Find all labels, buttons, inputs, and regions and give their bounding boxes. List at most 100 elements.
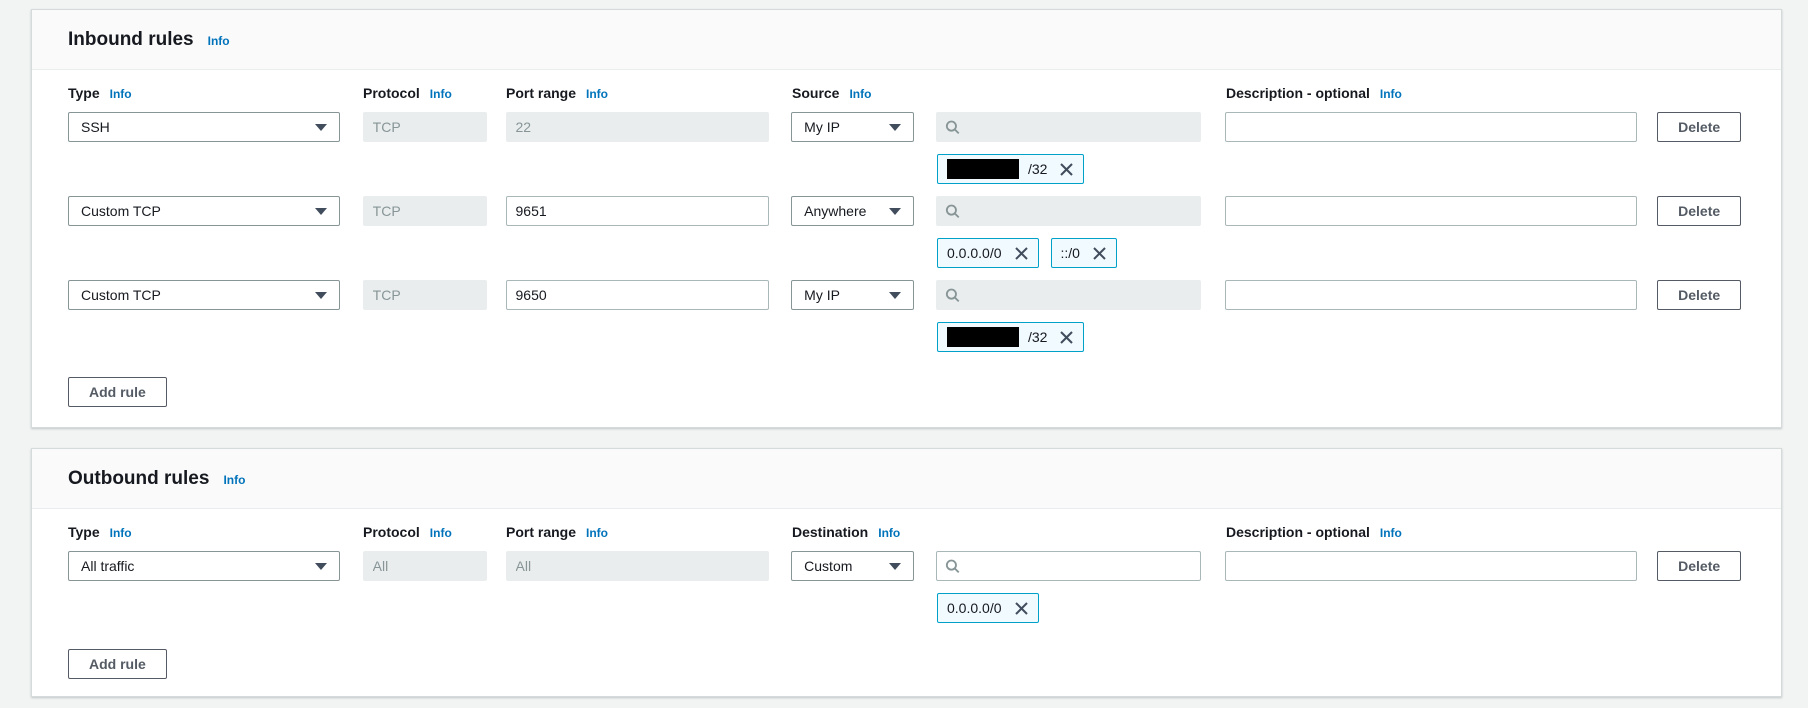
column-label-description: Description - optionalInfo: [1226, 524, 1639, 542]
source-search-box: [936, 280, 1201, 310]
column-label-source: SourceInfo: [792, 85, 1202, 103]
delete-rule-button[interactable]: Delete: [1657, 112, 1741, 142]
port-range-input: [506, 551, 770, 581]
description-input[interactable]: [1225, 280, 1637, 310]
outbound-body: TypeInfo ProtocolInfo Port rangeInfo Des…: [32, 509, 1781, 699]
search-icon: [945, 558, 960, 574]
inbound-rules-card: Inbound rules Info TypeInfo ProtocolInfo…: [31, 9, 1782, 428]
protocol-input: [363, 112, 487, 142]
redacted-ip: [947, 327, 1019, 347]
inbound-title: Inbound rules: [68, 28, 194, 51]
info-link[interactable]: Info: [1380, 526, 1402, 540]
chevron-down-icon: [889, 124, 901, 131]
info-link[interactable]: Info: [223, 473, 245, 487]
source-select-value: My IP: [804, 287, 840, 303]
chevron-down-icon: [889, 292, 901, 299]
chevron-down-icon: [315, 124, 327, 131]
type-select[interactable]: SSH: [68, 112, 340, 142]
column-label-description: Description - optionalInfo: [1226, 85, 1639, 103]
info-link[interactable]: Info: [586, 526, 608, 540]
close-icon: [1014, 246, 1029, 261]
source-select[interactable]: My IP: [791, 112, 914, 142]
port-range-input[interactable]: [506, 196, 770, 226]
description-input[interactable]: [1225, 551, 1637, 581]
token-row: 0.0.0.0/0 ::/0: [937, 238, 1745, 268]
chevron-down-icon: [315, 563, 327, 570]
protocol-input: [363, 196, 487, 226]
column-label-port-range: Port rangeInfo: [506, 85, 770, 103]
info-link[interactable]: Info: [586, 87, 608, 101]
protocol-input: [363, 280, 487, 310]
destination-select[interactable]: Custom: [791, 551, 914, 581]
info-link[interactable]: Info: [430, 87, 452, 101]
type-select[interactable]: Custom TCP: [68, 280, 340, 310]
add-rule-button[interactable]: Add rule: [68, 377, 167, 407]
destination-search-box[interactable]: [936, 551, 1201, 581]
outbound-title: Outbound rules: [68, 467, 209, 490]
close-icon: [1092, 246, 1107, 261]
remove-token-button[interactable]: [1014, 246, 1029, 261]
column-label-protocol: ProtocolInfo: [363, 524, 487, 542]
info-link[interactable]: Info: [878, 526, 900, 540]
cidr-token: 0.0.0.0/0: [937, 593, 1039, 623]
search-icon: [945, 287, 960, 303]
close-icon: [1059, 330, 1074, 345]
delete-rule-button[interactable]: Delete: [1657, 196, 1741, 226]
delete-rule-button[interactable]: Delete: [1657, 280, 1741, 310]
source-search-box: [936, 112, 1201, 142]
inbound-body: TypeInfo ProtocolInfo Port rangeInfo Sou…: [32, 70, 1781, 427]
info-link[interactable]: Info: [208, 34, 230, 48]
info-link[interactable]: Info: [110, 526, 132, 540]
chevron-down-icon: [889, 208, 901, 215]
type-select-value: Custom TCP: [81, 287, 161, 303]
type-select-value: All traffic: [81, 558, 134, 574]
remove-token-button[interactable]: [1092, 246, 1107, 261]
token-label: /32: [1028, 329, 1047, 345]
info-link[interactable]: Info: [1380, 87, 1402, 101]
inbound-rule-row: Custom TCP Anywhere: [68, 196, 1745, 268]
destination-select-value: Custom: [804, 558, 852, 574]
outbound-header: Outbound rules Info: [32, 449, 1781, 509]
remove-token-button[interactable]: [1059, 162, 1074, 177]
port-range-input: [506, 112, 770, 142]
cidr-token: 0.0.0.0/0: [937, 238, 1039, 268]
source-search-input: [966, 119, 1192, 135]
cidr-token: /32: [937, 322, 1084, 352]
info-link[interactable]: Info: [849, 87, 871, 101]
inbound-rule-row: Custom TCP My IP: [68, 280, 1745, 352]
token-row: /32: [937, 322, 1745, 352]
description-input[interactable]: [1225, 196, 1637, 226]
description-input[interactable]: [1225, 112, 1637, 142]
column-label-type: TypeInfo: [68, 524, 340, 542]
source-select[interactable]: Anywhere: [791, 196, 914, 226]
delete-rule-button[interactable]: Delete: [1657, 551, 1741, 581]
port-range-input[interactable]: [506, 280, 770, 310]
info-link[interactable]: Info: [110, 87, 132, 101]
column-label-port-range: Port rangeInfo: [506, 524, 770, 542]
info-link[interactable]: Info: [430, 526, 452, 540]
outbound-rules-card: Outbound rules Info TypeInfo ProtocolInf…: [31, 448, 1782, 697]
type-select[interactable]: All traffic: [68, 551, 340, 581]
source-search-box: [936, 196, 1201, 226]
inbound-rule-row: SSH My IP: [68, 112, 1745, 184]
remove-token-button[interactable]: [1059, 330, 1074, 345]
token-label: 0.0.0.0/0: [947, 245, 1002, 261]
source-search-input: [966, 287, 1192, 303]
source-select[interactable]: My IP: [791, 280, 914, 310]
chevron-down-icon: [315, 208, 327, 215]
close-icon: [1059, 162, 1074, 177]
token-label: ::/0: [1061, 245, 1080, 261]
inbound-column-labels: TypeInfo ProtocolInfo Port rangeInfo Sou…: [68, 85, 1745, 103]
chevron-down-icon: [889, 563, 901, 570]
type-select-value: Custom TCP: [81, 203, 161, 219]
destination-search-input[interactable]: [966, 558, 1192, 574]
search-icon: [945, 203, 960, 219]
redacted-ip: [947, 159, 1019, 179]
close-icon: [1014, 601, 1029, 616]
remove-token-button[interactable]: [1014, 601, 1029, 616]
search-icon: [945, 119, 960, 135]
protocol-input: [363, 551, 487, 581]
add-rule-button[interactable]: Add rule: [68, 649, 167, 679]
outbound-rule-row: All traffic Custom: [68, 551, 1745, 623]
type-select[interactable]: Custom TCP: [68, 196, 340, 226]
